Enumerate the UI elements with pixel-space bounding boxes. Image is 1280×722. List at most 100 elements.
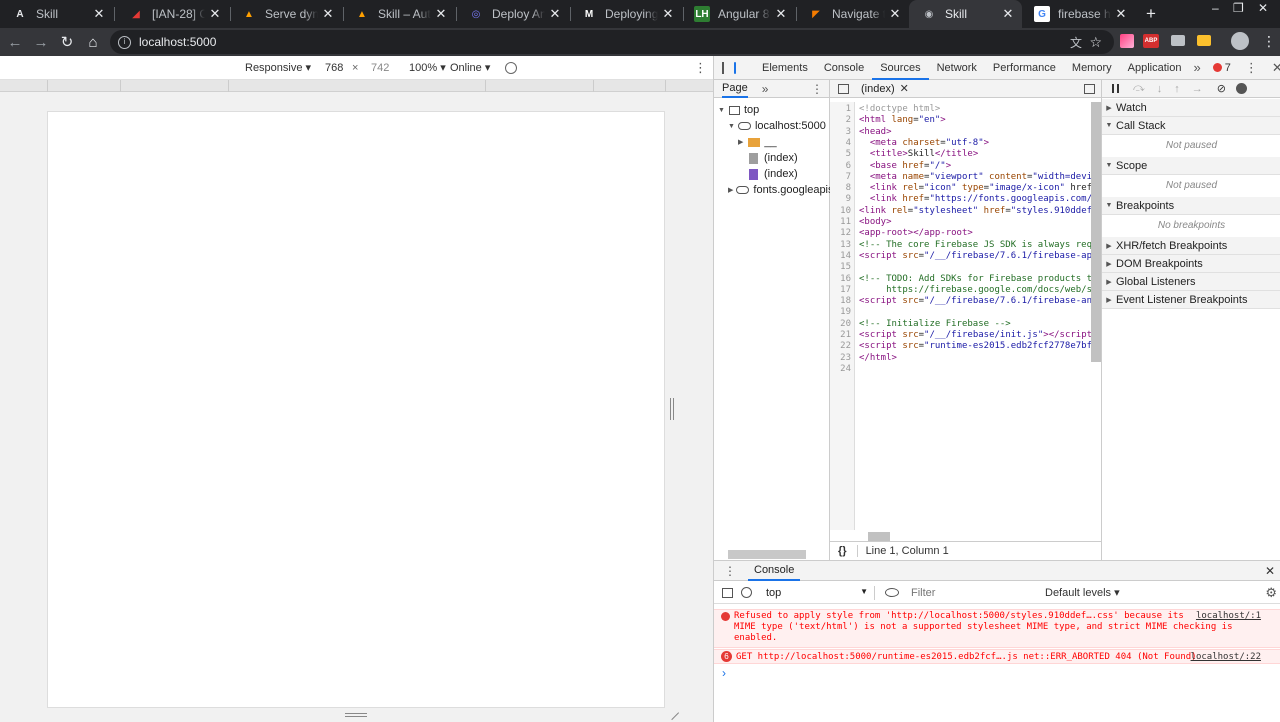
section-dom-breakpoints[interactable]: ▶ DOM Breakpoints [1102, 255, 1280, 273]
rotate-icon[interactable] [505, 61, 517, 74]
close-tab-icon[interactable]: ✕ [318, 6, 338, 22]
browser-tab-1[interactable]: ◢[IAN-28] Create✕ [116, 0, 229, 28]
close-devtools-icon[interactable]: ✕ [1272, 60, 1280, 76]
tab-memory[interactable]: Memory [1064, 56, 1120, 80]
browser-tab-2[interactable]: ▲Serve dynamic✕ [229, 0, 342, 28]
tab-index-file[interactable]: (index) ✕ [861, 82, 909, 96]
line-number[interactable]: 14 [840, 251, 851, 262]
tab-performance[interactable]: Performance [985, 56, 1064, 80]
live-expression-eye-icon[interactable] [885, 588, 899, 597]
line-number[interactable]: 21 [840, 330, 851, 341]
section-breakpoints[interactable]: ▼ Breakpoints [1102, 197, 1280, 215]
line-number[interactable]: 4 [846, 138, 851, 149]
close-file-icon[interactable]: ✕ [900, 82, 909, 95]
section-xhr-fetch-breakpoints[interactable]: ▶ XHR/fetch Breakpoints [1102, 237, 1280, 255]
close-tab-icon[interactable]: ✕ [885, 6, 905, 22]
corner-resize-handle[interactable] [664, 705, 680, 721]
format-icon[interactable]: {} [838, 545, 847, 557]
devtools-menu-icon[interactable]: ⋮ [1245, 60, 1258, 76]
close-tab-icon[interactable]: ✕ [545, 6, 565, 22]
network-throttle-select[interactable]: Online ▾ [450, 61, 490, 74]
viewport-width-input[interactable]: 768 [325, 62, 343, 74]
tab-network[interactable]: Network [929, 56, 985, 80]
line-number[interactable]: 7 [846, 172, 851, 183]
error-source-link[interactable]: localhost/:1 [1196, 611, 1261, 622]
console-prompt[interactable]: › [722, 666, 726, 680]
profile-avatar-icon[interactable] [1231, 32, 1249, 50]
line-number[interactable]: 11 [840, 217, 851, 228]
tree-item-localhost[interactable]: ▼ localhost:5000 [728, 120, 826, 132]
tree-item-top[interactable]: ▼ top [718, 104, 759, 116]
line-number[interactable]: 12 [840, 228, 851, 239]
browser-tab-8[interactable]: ◉ Skill ✕ [909, 0, 1022, 28]
section-scope[interactable]: ▼ Scope [1102, 157, 1280, 175]
navigator-scrollbar[interactable] [728, 550, 806, 559]
line-number[interactable]: 10 [840, 206, 851, 217]
editor-vscrollbar[interactable] [1091, 102, 1101, 362]
line-number[interactable]: 6 [846, 161, 851, 172]
browser-tab-6[interactable]: LHAngular 8 Tuto✕ [682, 0, 795, 28]
close-tab-icon[interactable]: ✕ [89, 6, 109, 22]
more-navigator-icon[interactable]: » [762, 82, 769, 96]
tab-elements[interactable]: Elements [754, 56, 816, 80]
tab-page[interactable]: Page [722, 80, 748, 98]
log-levels-select[interactable]: Default levels ▾ [1045, 586, 1120, 599]
drawer-menu-icon[interactable]: ⋮ [724, 564, 736, 578]
navigator-menu-icon[interactable]: ⋮ [811, 82, 823, 96]
extension-icon[interactable] [1120, 34, 1134, 48]
device-menu-icon[interactable]: ⋮ [694, 60, 707, 76]
close-tab-icon[interactable]: ✕ [205, 6, 225, 22]
line-number[interactable]: 22 [840, 341, 851, 352]
error-source-link[interactable]: localhost/:22 [1191, 652, 1261, 663]
tree-item-folder[interactable]: ▶ __ [738, 136, 777, 148]
browser-tab-3[interactable]: ▲Skill – Authent✕ [342, 0, 455, 28]
clear-console-icon[interactable] [741, 587, 752, 598]
step-over-icon[interactable]: ⤼ [1133, 82, 1145, 95]
step-into-icon[interactable]: ↓ [1157, 83, 1163, 95]
close-tab-icon[interactable]: ✕ [431, 6, 451, 22]
console-filter-input[interactable] [911, 584, 1037, 601]
browser-tab-5[interactable]: MDeploying Ang✕ [569, 0, 682, 28]
adblock-icon[interactable]: ABP [1143, 34, 1159, 48]
pause-icon[interactable] [1112, 84, 1119, 93]
editor-hscrollbar[interactable] [868, 532, 890, 541]
line-number[interactable]: 13 [840, 240, 851, 251]
browser-tab-9[interactable]: Gfirebase how t✕ [1022, 0, 1135, 28]
tree-item-fonts[interactable]: ▶ fonts.googleapis.c [728, 184, 842, 196]
line-number[interactable]: 5 [846, 149, 851, 160]
pause-on-exceptions-icon[interactable] [1235, 83, 1247, 94]
close-tab-icon[interactable]: ✕ [658, 6, 678, 22]
toggle-debugger-icon[interactable] [1084, 83, 1095, 94]
inspect-element-icon[interactable] [722, 61, 724, 74]
section-event-listener-breakpoints[interactable]: ▶ Event Listener Breakpoints [1102, 291, 1280, 309]
info-icon[interactable]: i [118, 35, 131, 49]
camera-icon[interactable] [1171, 35, 1185, 46]
line-number[interactable]: 2 [846, 115, 851, 126]
line-number[interactable]: 16 [840, 274, 851, 285]
close-tab-icon[interactable]: ✕ [1111, 6, 1131, 22]
step-icon[interactable]: → [1192, 83, 1203, 95]
minimize-icon[interactable]: – [1212, 1, 1219, 15]
device-toggle-icon[interactable] [734, 61, 736, 74]
address-bar[interactable]: i localhost:5000 文 ☆ [110, 30, 1114, 54]
new-tab-icon[interactable]: + [1146, 4, 1156, 24]
height-resize-handle[interactable] [345, 713, 367, 717]
browser-tab-7[interactable]: ◤Navigate to an✕ [796, 0, 909, 28]
close-tab-icon[interactable]: ✕ [771, 6, 791, 22]
reload-icon[interactable]: ↻ [54, 29, 80, 55]
extension-badge-icon[interactable] [1197, 35, 1211, 46]
close-drawer-icon[interactable]: ✕ [1265, 564, 1275, 578]
tree-item-index-1[interactable]: (index) [749, 152, 798, 164]
line-number[interactable]: 24 [840, 364, 851, 375]
section-global-listeners[interactable]: ▶ Global Listeners [1102, 273, 1280, 291]
line-number[interactable]: 1 [846, 104, 851, 115]
translate-icon[interactable]: 文 [1070, 34, 1082, 51]
width-resize-handle[interactable] [670, 398, 674, 420]
forward-icon[interactable]: → [28, 29, 54, 55]
browser-tab-0[interactable]: A Skill ✕ [0, 0, 113, 28]
device-mode-select[interactable]: Responsive ▾ [245, 61, 311, 74]
restore-icon[interactable]: ❐ [1233, 1, 1244, 15]
tab-sources[interactable]: Sources [872, 56, 929, 80]
tab-console-drawer[interactable]: Console [748, 561, 801, 581]
close-window-icon[interactable]: ✕ [1258, 1, 1268, 15]
